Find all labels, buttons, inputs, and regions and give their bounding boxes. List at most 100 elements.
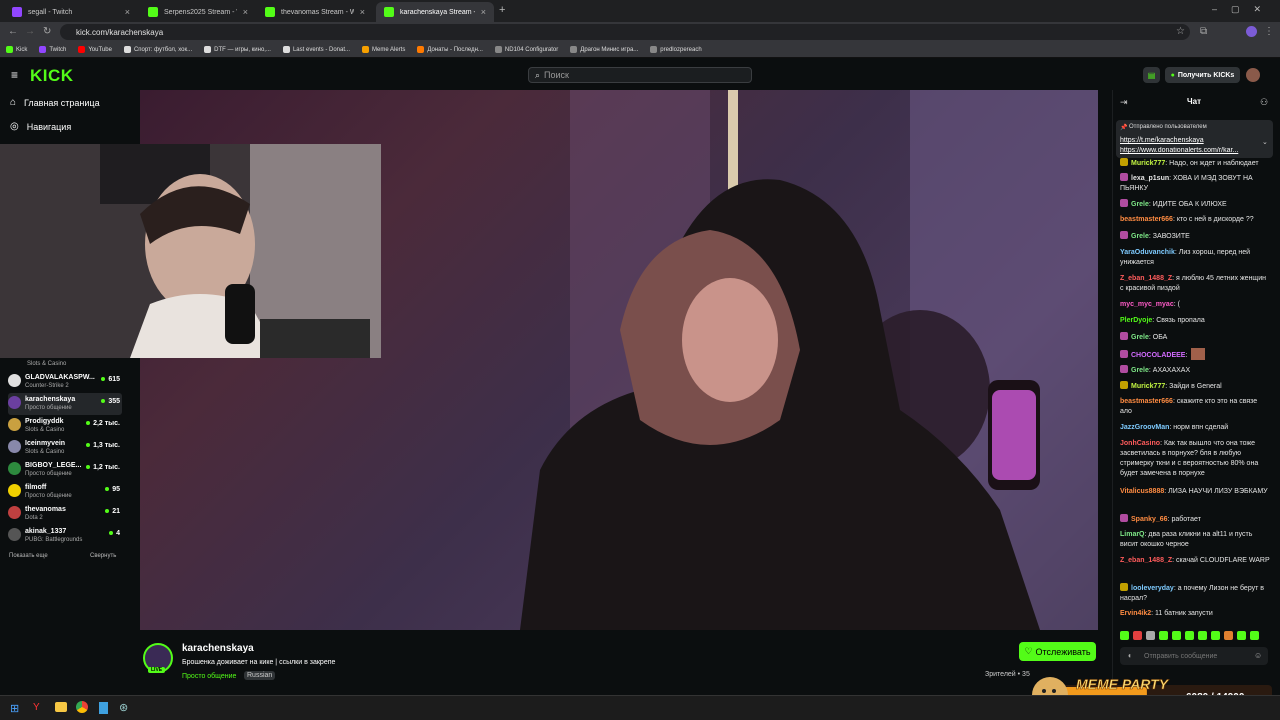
collapse-chat-icon[interactable]: ⇥ <box>1120 97 1128 108</box>
chat-username[interactable]: YaraOduvanchik <box>1120 249 1175 256</box>
emote-icon[interactable] <box>1237 631 1246 640</box>
chat-username[interactable]: LimarQ <box>1120 531 1145 538</box>
chat-username[interactable]: beastmaster666 <box>1120 398 1173 405</box>
address-bar[interactable]: kick.com/karachenskaya <box>60 24 1190 40</box>
chat-input[interactable]: Отправить сообщение <box>1120 647 1268 665</box>
close-icon[interactable]: × <box>243 7 248 17</box>
sidebar-channel[interactable]: BIGBOY_LEGE... Просто общение 1,2 тыс. <box>8 459 122 481</box>
sidebar-channel[interactable]: thevanomas Dota 2 21 <box>8 503 122 525</box>
chat-username[interactable]: beastmaster666 <box>1120 216 1173 223</box>
get-kicks-button[interactable]: ● Получить KICKs <box>1165 67 1240 83</box>
bookmark-star-icon[interactable]: ☆ <box>1176 26 1185 37</box>
chat-username[interactable]: Grele <box>1131 334 1149 341</box>
calculator-icon[interactable] <box>99 702 108 714</box>
chat-username[interactable]: lexa_p1sun <box>1131 175 1169 182</box>
chat-username[interactable]: Murick777 <box>1131 160 1165 167</box>
close-icon[interactable]: × <box>125 7 130 17</box>
browser-tab[interactable]: Serpens2025 Stream - Watch Liv × <box>140 2 256 22</box>
emoji-icon[interactable]: ☺ <box>1254 651 1262 660</box>
emote-icon[interactable] <box>1159 631 1168 640</box>
chat-username[interactable]: Spanky_66 <box>1131 516 1168 523</box>
language-tag[interactable]: Russian <box>244 671 276 680</box>
chat-username[interactable]: Grele <box>1131 233 1149 240</box>
sidebar-channel[interactable]: filmoff Просто общение 95 <box>8 481 122 503</box>
bookmark-item[interactable]: YouTube <box>78 46 112 53</box>
pinned-link[interactable]: https://www.donationalerts.com/r/kar... <box>1120 147 1255 154</box>
users-icon[interactable]: ⚇ <box>1260 97 1268 108</box>
chat-username[interactable]: CHOCOLADEEE <box>1131 352 1185 359</box>
bookmark-item[interactable]: Донаты - Последн... <box>417 46 483 53</box>
chrome-icon[interactable] <box>76 701 88 713</box>
chat-username[interactable]: JonhCasino <box>1120 440 1160 447</box>
chevron-down-icon[interactable]: ⌄ <box>1262 138 1268 146</box>
show-more-link[interactable]: Показать еще <box>9 553 48 559</box>
bookmark-item[interactable]: predlozpereach <box>650 46 702 53</box>
search-input[interactable]: ⌕ Поиск <box>528 67 752 83</box>
kick-logo[interactable]: KICK <box>30 66 74 86</box>
chat-settings-icon[interactable]: ◖ <box>1127 651 1132 660</box>
menu-dots-icon[interactable]: ⋮ <box>1264 26 1274 37</box>
sidebar-channel[interactable]: GLADVALAKASPW... Counter-Strike 2 615 <box>8 371 122 393</box>
reload-icon[interactable]: ↻ <box>43 26 51 37</box>
pinned-link[interactable]: https://t.me/karachenskaya <box>1120 137 1204 144</box>
bookmark-item[interactable]: DTF — игры, кино,... <box>204 46 271 53</box>
emote-icon[interactable] <box>1224 631 1233 640</box>
forward-icon[interactable]: → <box>25 26 35 37</box>
chat-username[interactable]: Z_eban_1488_Z <box>1120 557 1172 564</box>
bookmark-item[interactable]: Last events - Donat... <box>282 46 350 53</box>
browser-tab[interactable]: segall - Twitch × <box>4 2 138 22</box>
bookmark-item[interactable]: Meme Alerts <box>362 46 405 53</box>
chat-username[interactable]: PlerDyoje <box>1120 317 1152 324</box>
extensions-icon[interactable]: ⧉ <box>1200 26 1207 37</box>
profile-avatar[interactable] <box>1246 26 1257 37</box>
browser-tab[interactable]: thevanomas Stream - Watch Liv × <box>257 2 373 22</box>
nav-browse[interactable]: ◎ Навигация <box>10 121 71 132</box>
yandex-icon[interactable]: Y <box>33 702 40 713</box>
hamburger-menu-icon[interactable]: ≡ <box>11 68 18 82</box>
bookmark-item[interactable]: ND104 Configurator <box>494 46 558 53</box>
emote-icon[interactable] <box>1146 631 1155 640</box>
collapse-link[interactable]: Свернуть <box>90 553 116 559</box>
user-avatar[interactable] <box>1246 68 1260 82</box>
browser-tab-active[interactable]: karachenskaya Stream - Watch × <box>376 2 494 22</box>
emote-icon[interactable] <box>1211 631 1220 640</box>
emote-icon[interactable] <box>1198 631 1207 640</box>
emote-icon[interactable] <box>1172 631 1181 640</box>
pinned-message[interactable]: 📌 Отправлено пользователем https://t.me/… <box>1116 120 1273 158</box>
sidebar-channel[interactable]: Iceinmyvein Slots & Casino 1,3 тыс. <box>8 437 122 459</box>
sidebar-channel[interactable]: Prodigyddk Slots & Casino 2,2 тыс. <box>8 415 122 437</box>
chat-username[interactable]: Vitalicus8888 <box>1120 488 1164 495</box>
chat-username[interactable]: Z_eban_1488_Z <box>1120 275 1172 282</box>
bookmark-item[interactable]: Драгон Минис игра... <box>570 46 638 53</box>
emote-icon[interactable] <box>1250 631 1259 640</box>
sidebar-channel[interactable]: akinak_1337 PUBG: Battlegrounds 4 <box>8 525 122 547</box>
nav-home[interactable]: ⌂ Главная страница <box>10 97 100 108</box>
category-link[interactable]: Просто общение <box>182 673 236 680</box>
close-icon[interactable]: × <box>360 7 365 17</box>
back-icon[interactable]: ← <box>8 26 18 37</box>
bookmark-item[interactable]: Kick <box>6 46 27 53</box>
chat-username[interactable]: looleveryday <box>1131 585 1174 592</box>
emote-icon[interactable] <box>1133 631 1142 640</box>
window-controls[interactable]: –▢✕ <box>1212 4 1275 15</box>
bookmark-item[interactable]: Twitch <box>39 46 66 53</box>
chat-username[interactable]: Grele <box>1131 367 1149 374</box>
sidebar-channel[interactable]: karachenskaya Просто общение 355 <box>8 393 122 415</box>
channel-name[interactable]: karachenskaya <box>182 643 254 654</box>
emote-icon[interactable] <box>1185 631 1194 640</box>
emote-icon[interactable] <box>1120 631 1129 640</box>
close-icon[interactable]: × <box>481 7 486 17</box>
follow-button[interactable]: ♡ Отслеживать <box>1019 642 1096 661</box>
chat-username[interactable]: Murick777 <box>1131 383 1165 390</box>
windows-start-icon[interactable]: ⊞ <box>10 702 19 715</box>
chat-username[interactable]: Grele <box>1131 201 1149 208</box>
chat-username[interactable]: myc_myc_myac <box>1120 301 1174 308</box>
wallet-icon[interactable]: ▤ <box>1143 67 1160 83</box>
chat-username[interactable]: Ervin4ik2 <box>1120 610 1151 617</box>
new-tab-icon[interactable]: + <box>499 4 505 16</box>
file-explorer-icon[interactable] <box>55 702 67 712</box>
steam-icon[interactable]: ⊛ <box>119 701 128 714</box>
bookmark-item[interactable]: Спорт: футбол, хок... <box>123 46 192 53</box>
channel-avatar <box>8 484 21 497</box>
chat-username[interactable]: JazzGroovMan <box>1120 424 1169 431</box>
